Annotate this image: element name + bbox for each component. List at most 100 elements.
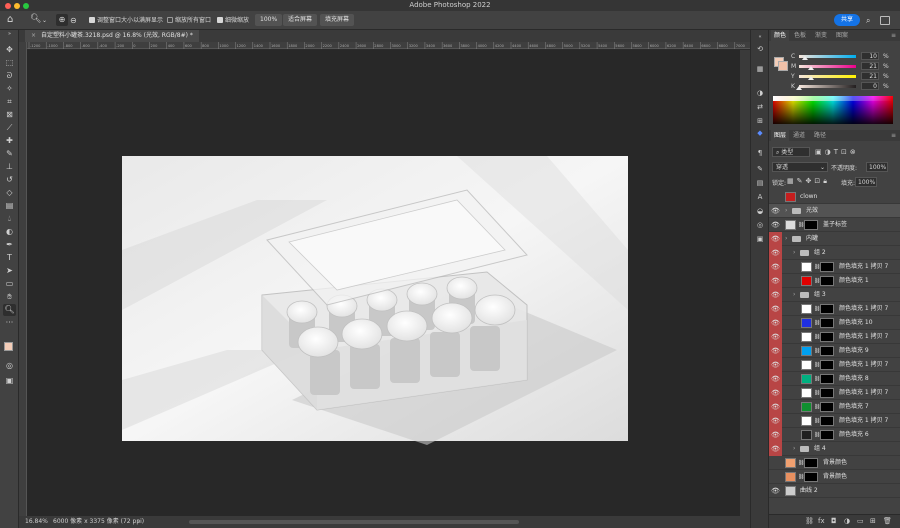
visibility-eye-icon[interactable]: 👁︎ (769, 484, 782, 498)
stamp-tool-icon[interactable]: ⊥ (3, 161, 16, 173)
layer-thumbnail[interactable] (801, 262, 812, 272)
slider-track[interactable] (799, 85, 856, 88)
tab-color[interactable]: 颜色 (771, 30, 790, 41)
pen-tool-icon[interactable]: ✒ (3, 239, 16, 251)
layer-row[interactable]: ⛓ 背景颜色 (769, 456, 900, 470)
layer-row[interactable]: 👁︎ ⛓ 颜色填充 1 拷贝 7 (769, 414, 900, 428)
layer-thumbnail[interactable] (801, 304, 812, 314)
trash-icon[interactable]: 🗑︎ (883, 517, 892, 525)
shape-tool-icon[interactable]: ▭ (3, 278, 16, 290)
fill-swatch-thumbnail[interactable] (801, 346, 812, 356)
layer-name[interactable]: 背景颜色 (823, 456, 847, 470)
tab-swatches[interactable]: 色板 (794, 30, 806, 41)
lasso-tool-icon[interactable]: ᘐ (3, 70, 16, 82)
resize-windows-option[interactable]: 调整窗口大小以满屏显示 (89, 15, 163, 26)
layer-name[interactable]: 组 4 (814, 442, 826, 456)
zoom-100-button[interactable]: 100% (255, 14, 283, 26)
layer-mask-thumbnail[interactable] (804, 472, 818, 482)
layer-name[interactable]: 颜色填充 1 拷贝 7 (839, 386, 888, 400)
visibility-eye-icon[interactable]: 👁︎ (769, 218, 782, 232)
slider-knob[interactable] (801, 56, 808, 60)
layer-name[interactable]: 曲线 2 (800, 484, 818, 498)
link-icon[interactable]: ⛓ (805, 517, 814, 525)
layer-mask-thumbnail[interactable] (820, 318, 834, 328)
dodge-tool-icon[interactable]: ◐ (3, 226, 16, 238)
layer-row[interactable]: 👁︎ ⛓ 颜色填充 10 (769, 316, 900, 330)
slider-value[interactable]: 21 (861, 62, 879, 70)
layer-filter-select[interactable]: ⌕ 类型 (772, 147, 810, 157)
more-tools-icon[interactable]: ··· (3, 317, 16, 329)
layer-mask-thumbnail[interactable] (804, 458, 818, 468)
fit-screen-button[interactable]: 适合屏幕 (283, 14, 318, 26)
layer-mask-thumbnail[interactable] (820, 402, 834, 412)
visibility-eye-icon[interactable] (769, 456, 782, 470)
layer-row[interactable]: 👁︎ ⛓ 颜色填充 7 (769, 400, 900, 414)
layer-comps-icon[interactable]: ▤ (754, 178, 766, 189)
layer-row[interactable]: 👁︎ ⛓ 颜色填充 1 拷贝 7 (769, 386, 900, 400)
new-layer-icon[interactable]: ⊞ (870, 517, 876, 525)
layer-row[interactable]: 👁︎ ⛓ 颜色填充 1 拷贝 7 (769, 330, 900, 344)
layer-name[interactable]: 颜色填充 1 拷贝 7 (839, 260, 888, 274)
layer-thumbnail[interactable] (801, 388, 812, 398)
layer-thumbnail[interactable] (801, 416, 812, 426)
lock-icons[interactable]: ▦✎✥⊡🔒︎ (787, 177, 830, 186)
minimize-window-button[interactable] (14, 3, 20, 9)
layer-mask-thumbnail[interactable] (820, 262, 834, 272)
visibility-eye-icon[interactable] (769, 470, 782, 484)
color-slider-c[interactable]: C 10% (791, 52, 899, 61)
chevron-right-icon[interactable]: › (137, 516, 139, 528)
layer-mask-thumbnail[interactable] (820, 360, 834, 370)
layer-row[interactable]: 👁︎ ⛓ 颜色填充 6 (769, 428, 900, 442)
layer-thumbnail[interactable] (785, 192, 796, 202)
marquee-tool-icon[interactable]: ⬚ (3, 57, 16, 69)
slider-value[interactable]: 10 (861, 52, 879, 60)
layer-name[interactable]: 颜色填充 9 (839, 344, 869, 358)
layer-row[interactable]: 👁︎ ⛓ 颜色填充 1 (769, 274, 900, 288)
layer-row[interactable]: 👁︎ ⛓ 颜色填充 1 拷贝 7 (769, 358, 900, 372)
opacity-field[interactable]: 100% (866, 162, 888, 172)
group-chevron-icon[interactable]: › (785, 232, 787, 246)
layer-row[interactable]: 👁︎ ⛓ 颜色填充 9 (769, 344, 900, 358)
character-panel-icon[interactable]: A (754, 192, 766, 203)
blend-mode-select[interactable]: 穿透 ⌄ (772, 162, 828, 172)
fill-swatch-thumbnail[interactable] (801, 374, 812, 384)
visibility-eye-icon[interactable] (769, 190, 782, 204)
eyedropper-tool-icon[interactable]: ⟋ (3, 122, 16, 134)
layer-row[interactable]: 👁︎ › 内罐 (769, 232, 900, 246)
visibility-eye-icon[interactable]: 👁︎ (769, 414, 782, 428)
quick-mask-icon[interactable]: ◎ (3, 360, 16, 372)
document-tab[interactable]: × 自定塑料小罐茶.3218.psd @ 16.8% (光效, RGB/8#) * (25, 30, 199, 42)
tab-patterns[interactable]: 图案 (836, 30, 848, 41)
layer-name[interactable]: 颜色填充 1 拷贝 7 (839, 414, 888, 428)
zoom-in-icon[interactable]: ⊕ (56, 14, 68, 26)
collapse-icon[interactable]: « (754, 32, 766, 43)
layer-name[interactable]: clown (800, 190, 817, 204)
frame-tool-icon[interactable]: ⊠ (3, 109, 16, 121)
gradient-tool-icon[interactable]: ▤ (3, 200, 16, 212)
horizontal-scrollbar[interactable] (189, 520, 519, 524)
slider-value[interactable]: 0 (861, 82, 879, 90)
healing-brush-tool-icon[interactable]: ✚ (3, 135, 16, 147)
color-slider-m[interactable]: M 21% (791, 62, 899, 71)
visibility-eye-icon[interactable]: 👁︎ (769, 316, 782, 330)
panel-menu-icon[interactable]: ≡ (891, 30, 896, 41)
visibility-eye-icon[interactable]: 👁︎ (769, 386, 782, 400)
fx-icon[interactable]: fx (818, 517, 825, 525)
group-chevron-icon[interactable]: › (793, 288, 795, 302)
slider-knob[interactable] (796, 86, 802, 90)
group-chevron-icon[interactable]: › (793, 246, 795, 260)
layer-mask-thumbnail[interactable] (820, 388, 834, 398)
swatches-panel-icon[interactable]: ◒ (754, 206, 766, 217)
layer-name[interactable]: 颜色填充 10 (839, 316, 873, 330)
layer-row[interactable]: 👁︎ ⛓ 盖子标签 (769, 218, 900, 232)
zoom-window-button[interactable] (23, 3, 29, 9)
fill-screen-button[interactable]: 填充屏幕 (320, 14, 355, 26)
group-chevron-icon[interactable]: › (785, 204, 787, 218)
hand-tool-icon[interactable]: ✋︎ (3, 291, 16, 303)
color-bg-swatch[interactable] (778, 61, 788, 71)
scrubby-zoom-option[interactable]: 细微缩放 (217, 15, 249, 26)
layer-name[interactable]: 盖子标签 (823, 218, 847, 232)
fill-swatch-thumbnail[interactable] (801, 318, 812, 328)
info-panel-icon[interactable]: ▣ (754, 234, 766, 245)
visibility-eye-icon[interactable]: 👁︎ (769, 372, 782, 386)
